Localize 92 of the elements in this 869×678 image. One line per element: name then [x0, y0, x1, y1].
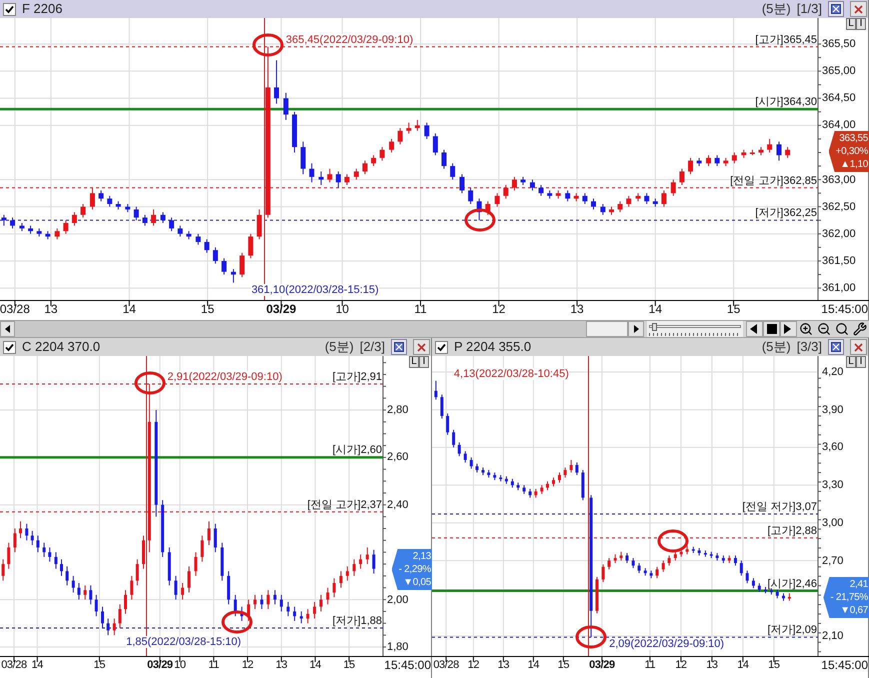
y-tick-label: 2,60 [387, 451, 408, 464]
x-tick-label: 13 [706, 658, 718, 672]
y-tick-label: 364,00 [822, 119, 856, 132]
x-tick-label: 10 [174, 658, 186, 672]
x-tick-label: 14 [32, 658, 43, 672]
y-tick-label: 4,20 [822, 366, 844, 378]
y-tick-label: 364,50 [822, 92, 856, 104]
x-tick-label: 14 [528, 658, 540, 672]
x-tick-label: 15 [768, 658, 780, 672]
reference-label: [전일 저가]3,07 [742, 501, 817, 514]
x-tick-label: 14 [122, 302, 136, 316]
page-label: [2/3] [360, 338, 385, 356]
x-tick-label: 14 [648, 302, 662, 316]
y-tick-label: 362,00 [822, 228, 856, 240]
y-tick-label: 2,40 [387, 498, 408, 511]
y-tick-label: 3,00 [822, 516, 844, 529]
last-price: 363,55 [839, 132, 868, 145]
period-label: (5분) [762, 0, 791, 18]
change-percent: +0,30% [836, 145, 868, 158]
x-tick-label: 13 [570, 302, 584, 316]
extreme-price-label: 4,13(2022/03/28-10:45) [454, 368, 569, 380]
x-tick-label: 15 [726, 302, 740, 316]
last-price: 2,13 [412, 550, 431, 563]
change-amount: ▼0,67 [840, 604, 868, 617]
y-tick-label: 2,10 [822, 630, 844, 642]
reference-label: [저가]1,88 [332, 615, 382, 628]
extreme-price-label: 1,85(2022/03/28-15:10) [126, 636, 242, 648]
y-tick-label: 3,60 [822, 441, 844, 454]
x-tick-label: 11 [644, 658, 656, 672]
x-tick-label: 15 [343, 658, 355, 672]
x-tick-label: 12 [468, 658, 480, 672]
y-tick-label: 2,00 [387, 594, 408, 606]
page-label: [3/3] [796, 338, 822, 356]
extreme-price-label: 2,91(2022/03/29-09:10) [167, 370, 282, 383]
x-tick-label: 14 [310, 658, 321, 672]
y-tick-label: 1,80 [387, 640, 408, 653]
x-tick-label: 12 [675, 658, 687, 672]
reference-label: [시가]364,30 [755, 96, 817, 108]
x-tick-label: 03/28 [0, 302, 30, 316]
change-amount: ▲1,10 [840, 158, 868, 171]
y-tick-label: 361,00 [822, 282, 856, 294]
period-label: (5분) [762, 338, 791, 356]
x-tick-label: 03/29 [147, 658, 173, 672]
y-tick-label: 365,50 [822, 38, 856, 50]
reference-label: [시가]2,46 [767, 578, 817, 590]
page-label: [1/3] [796, 0, 822, 18]
x-tick-label: 15 [558, 658, 570, 672]
panel-title: C 2204 370.0 [22, 338, 100, 356]
extreme-price-label: 361,10(2022/03/28-15:15) [251, 284, 379, 296]
x-tick-label: 13 [276, 658, 288, 672]
time-label: 15:45:00 [384, 658, 431, 672]
time-label: 15:45:00 [821, 658, 868, 672]
x-tick-label: 12 [492, 302, 506, 316]
reference-label: [고가]2,91 [332, 370, 382, 383]
y-tick-label: 3,30 [822, 479, 844, 492]
x-tick-label: 15 [200, 302, 214, 316]
panel-title: F 2206 [22, 0, 62, 18]
y-tick-label: 3,90 [822, 404, 844, 416]
reference-label: [전일 고가]2,37 [307, 498, 382, 511]
x-tick-label: 03/29 [589, 658, 615, 672]
x-tick-label: 12 [242, 658, 254, 672]
y-tick-label: 361,50 [822, 254, 856, 267]
extreme-price-label: 2,09(2022/03/29-09:10) [609, 638, 724, 650]
x-tick-label: 11 [414, 302, 427, 316]
change-percent: - 2,29% [398, 563, 431, 576]
period-label: (5분) [324, 338, 354, 356]
y-tick-label: 363,00 [822, 174, 856, 186]
x-tick-label: 03/28 [1, 658, 27, 672]
x-tick-label: 14 [737, 658, 749, 672]
last-price: 2,41 [850, 578, 868, 591]
x-tick-label: 13 [44, 302, 58, 316]
panel-title: P 2204 355.0 [454, 338, 532, 356]
y-tick-label: 362,50 [822, 200, 856, 213]
reference-label: [고가]2,88 [767, 524, 817, 537]
extreme-price-label: 365,45(2022/03/29-09:10) [286, 34, 414, 46]
y-tick-label: 2,70 [822, 554, 844, 567]
reference-label: [저가]362,25 [755, 207, 817, 220]
x-tick-label: 13 [498, 658, 510, 672]
x-tick-label: 10 [336, 302, 349, 316]
x-tick-label: 11 [208, 658, 219, 672]
reference-label: [고가]365,45 [755, 34, 817, 46]
x-tick-label: 03/28 [433, 658, 459, 672]
reference-label: [전일 고가]362,85 [730, 174, 817, 187]
change-percent: - 21,75% [830, 591, 868, 604]
y-tick-label: 365,00 [822, 65, 856, 78]
y-tick-label: 2,80 [387, 404, 408, 416]
reference-label: [시가]2,60 [332, 444, 382, 456]
reference-label: [저가]2,09 [767, 624, 817, 636]
change-amount: ▼0,05 [403, 576, 431, 589]
x-tick-label: 03/29 [266, 302, 296, 316]
time-label: 15:45:00 [821, 302, 868, 316]
x-tick-label: 15 [94, 658, 106, 672]
